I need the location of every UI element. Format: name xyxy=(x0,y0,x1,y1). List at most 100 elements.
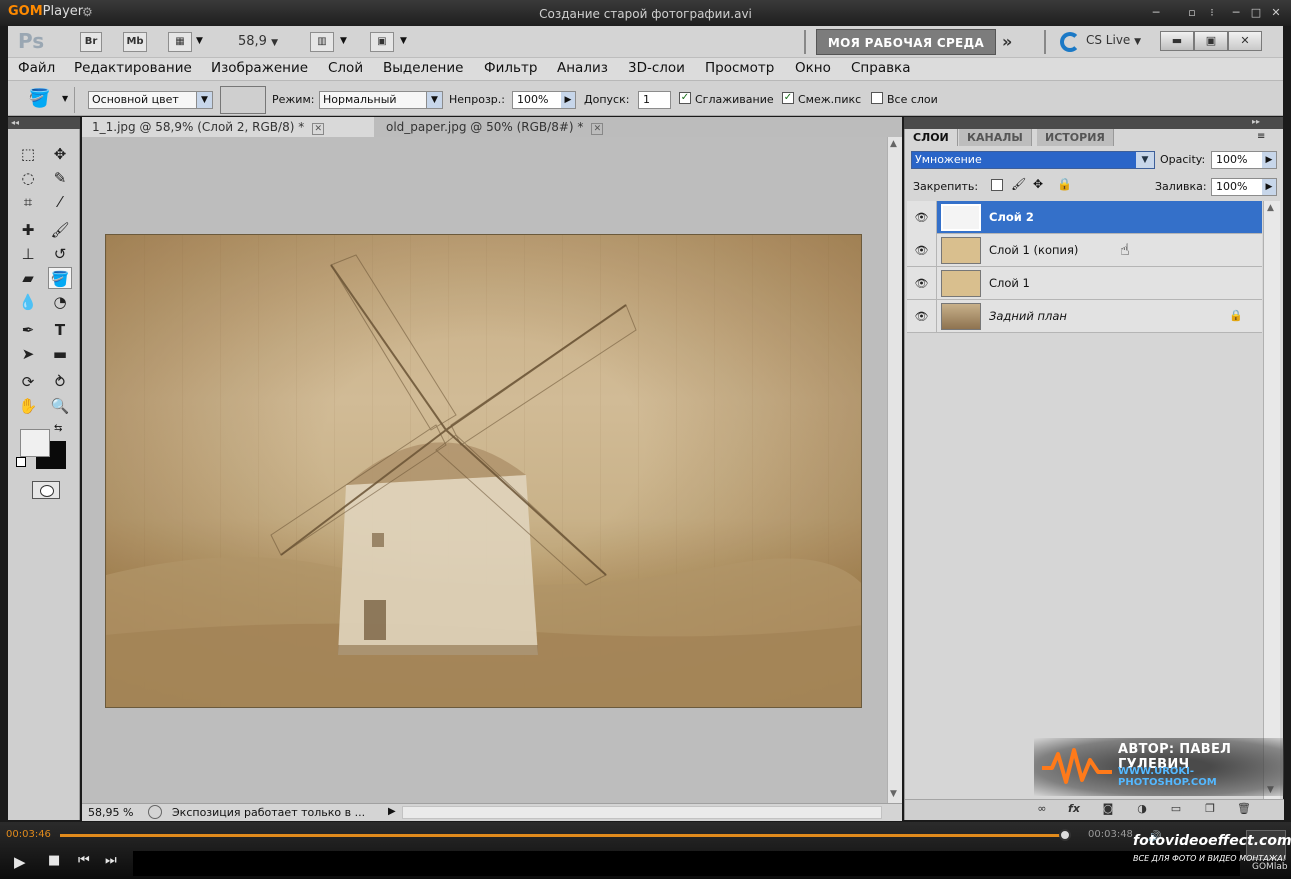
tab-document-1[interactable]: 1_1.jpg @ 58,9% (Слой 2, RGB/8) * ✕ xyxy=(82,117,374,137)
quick-mask-button[interactable] xyxy=(32,481,60,499)
default-colors-icon[interactable] xyxy=(16,457,26,467)
all-layers-checkbox[interactable] xyxy=(871,92,883,104)
healing-brush-tool-icon[interactable]: ✚ xyxy=(16,219,40,241)
collapse-panel-icon[interactable]: ▸▸ xyxy=(1252,117,1260,126)
menu-analysis[interactable]: Анализ xyxy=(557,60,608,76)
chevron-right-icon[interactable]: ▶ xyxy=(1262,179,1276,195)
eyedropper-tool-icon[interactable]: ⁄ xyxy=(48,191,72,213)
canvas-vertical-scrollbar[interactable]: ▲ ▼ xyxy=(887,137,902,803)
seek-bar[interactable] xyxy=(60,829,1071,841)
document-image[interactable] xyxy=(105,234,862,708)
blend-mode-select[interactable]: Умножение ▼ xyxy=(911,151,1155,169)
eraser-tool-icon[interactable]: ▰ xyxy=(16,267,40,289)
arrange-documents-icon[interactable]: ▥ xyxy=(310,32,334,52)
crop-tool-icon[interactable]: ⌗ xyxy=(16,191,40,213)
layer-row[interactable]: 👁 Слой 1 xyxy=(907,267,1262,300)
foreground-color-swatch[interactable] xyxy=(20,429,50,457)
eye-icon[interactable]: 👁 xyxy=(907,201,937,234)
tools-panel-header[interactable]: ◂◂ xyxy=(8,117,80,129)
layer-style-icon[interactable]: fx xyxy=(1065,802,1083,818)
antialias-checkbox[interactable]: ✓ xyxy=(679,92,691,104)
seek-knob[interactable] xyxy=(1058,829,1071,841)
new-layer-icon[interactable]: ❐ xyxy=(1201,802,1219,818)
opacity-field[interactable]: 100% ▶ xyxy=(512,91,576,109)
3d-orbit-tool-icon[interactable]: ⥁ xyxy=(48,371,72,393)
restore-icon[interactable]: ▫ xyxy=(1184,6,1200,20)
menu-file[interactable]: Файл xyxy=(18,60,55,76)
pattern-picker[interactable] xyxy=(220,86,266,114)
paint-bucket-tool-icon[interactable]: 🪣 xyxy=(48,267,72,289)
ps-minimize-button[interactable]: ▬ xyxy=(1160,31,1194,51)
chevron-down-icon[interactable]: ▼ xyxy=(400,36,407,46)
mode-select[interactable]: Нормальный ▼ xyxy=(319,91,443,109)
chevron-right-icon[interactable]: ▶ xyxy=(388,806,396,817)
tolerance-field[interactable]: 1 xyxy=(638,91,671,109)
chevron-up-icon[interactable]: ▲ xyxy=(890,139,897,149)
menu-help[interactable]: Справка xyxy=(851,60,910,76)
contiguous-checkbox[interactable]: ✓ xyxy=(782,92,794,104)
chevron-down-icon[interactable]: ▼ xyxy=(62,94,68,103)
fill-field[interactable]: 100% ▶ xyxy=(1211,178,1277,196)
previous-icon[interactable]: ⏮ xyxy=(78,853,90,868)
eye-icon[interactable]: 👁 xyxy=(907,300,937,333)
clone-stamp-tool-icon[interactable]: ⊥ xyxy=(16,243,40,265)
pen-tool-icon[interactable]: ✒ xyxy=(16,319,40,341)
canvas-horizontal-scrollbar[interactable] xyxy=(402,806,882,819)
layer-row[interactable]: 👁 Слой 2 xyxy=(907,201,1262,234)
maximize-icon[interactable]: □ xyxy=(1248,6,1264,20)
tab-document-2[interactable]: old_paper.jpg @ 50% (RGB/8#) * ✕ xyxy=(376,117,652,137)
hand-tool-icon[interactable]: ✋ xyxy=(16,395,40,417)
view-extras-icon[interactable]: ▦ xyxy=(168,32,192,52)
layer-row[interactable]: 👁 Слой 1 (копия) ☝ xyxy=(907,234,1262,267)
link-layers-icon[interactable]: ∞ xyxy=(1033,802,1051,818)
lock-position-icon[interactable]: ✥ xyxy=(1033,177,1043,191)
menu-edit[interactable]: Редактирование xyxy=(74,60,192,76)
menu-window[interactable]: Окно xyxy=(795,60,831,76)
3d-rotate-tool-icon[interactable]: ⟳ xyxy=(16,371,40,393)
eye-icon[interactable]: 👁 xyxy=(907,234,937,267)
zoom-level-select[interactable]: 58,9 ▼ xyxy=(238,34,278,49)
tab-history[interactable]: ИСТОРИЯ xyxy=(1037,129,1114,146)
path-selection-tool-icon[interactable]: ➤ xyxy=(16,343,40,365)
workspace-button[interactable]: МОЯ РАБОЧАЯ СРЕДА xyxy=(816,29,996,55)
chevron-down-icon[interactable]: ▼ xyxy=(890,789,897,799)
tab-layers[interactable]: СЛОИ xyxy=(905,129,958,146)
lock-all-icon[interactable]: 🔒 xyxy=(1057,177,1072,191)
pin-icon[interactable]: ⁝ xyxy=(1204,6,1220,20)
close-icon[interactable]: ✕ xyxy=(591,123,604,135)
menu-view[interactable]: Просмотр xyxy=(705,60,774,76)
dodge-tool-icon[interactable]: ◔ xyxy=(48,291,72,313)
menu-image[interactable]: Изображение xyxy=(211,60,308,76)
screen-mode-icon[interactable]: ▣ xyxy=(370,32,394,52)
lock-pixels-icon[interactable]: 🖌 xyxy=(1011,177,1026,191)
chevron-up-icon[interactable]: ▲ xyxy=(1267,203,1274,213)
blur-tool-icon[interactable]: 💧 xyxy=(16,291,40,313)
more-workspaces-icon[interactable]: » xyxy=(1002,32,1012,51)
mini-bridge-button[interactable]: Mb xyxy=(123,32,147,52)
swap-colors-icon[interactable]: ⇆ xyxy=(54,423,62,434)
zoom-tool-icon[interactable]: 🔍 xyxy=(48,395,72,417)
tab-channels[interactable]: КАНАЛЫ xyxy=(959,129,1032,146)
next-icon[interactable]: ⏭ xyxy=(105,853,117,868)
layers-scrollbar[interactable]: ▲ ▼ xyxy=(1263,201,1280,799)
panel-menu-icon[interactable]: ≡ xyxy=(1257,131,1265,142)
menu-filter[interactable]: Фильтр xyxy=(484,60,537,76)
eye-icon[interactable]: 👁 xyxy=(907,267,937,300)
chevron-down-icon[interactable]: ▼ xyxy=(196,36,203,46)
quick-selection-tool-icon[interactable]: ✎ xyxy=(48,167,72,189)
chevron-right-icon[interactable]: ▶ xyxy=(561,92,575,108)
lasso-tool-icon[interactable]: ◌ xyxy=(16,167,40,189)
layer-row[interactable]: 👁 Задний план 🔒 xyxy=(907,300,1262,333)
play-icon[interactable]: ▶ xyxy=(14,853,26,871)
stop-icon[interactable]: ■ xyxy=(48,853,60,868)
rectangle-tool-icon[interactable]: ▬ xyxy=(48,343,72,365)
paint-bucket-icon[interactable]: 🪣 xyxy=(28,88,50,109)
status-zoom[interactable]: 58,95 % xyxy=(88,806,133,819)
history-brush-tool-icon[interactable]: ↺ xyxy=(48,243,72,265)
menu-layer[interactable]: Слой xyxy=(328,60,363,76)
chevron-down-icon[interactable]: ▼ xyxy=(340,36,347,46)
bridge-button[interactable]: Br xyxy=(80,32,102,52)
status-icon[interactable] xyxy=(148,805,162,819)
layer-opacity-field[interactable]: 100% ▶ xyxy=(1211,151,1277,169)
marquee-tool-icon[interactable]: ⬚ xyxy=(16,143,40,165)
